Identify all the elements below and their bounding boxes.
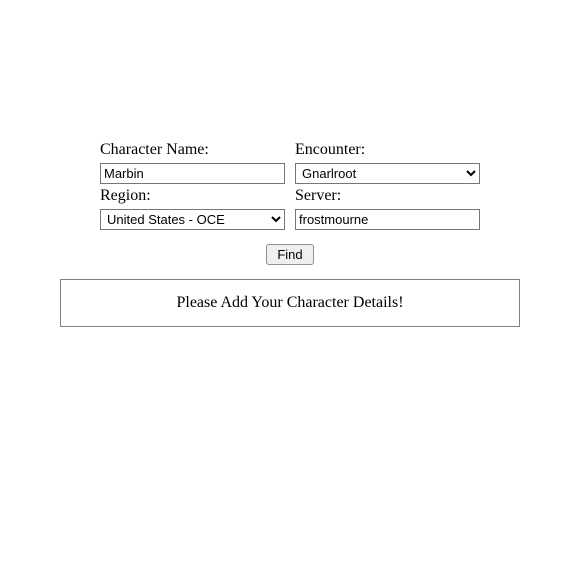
result-message: Please Add Your Character Details! [176,294,403,312]
encounter-label: Encounter: [295,140,480,161]
character-name-input[interactable] [100,163,285,184]
region-label: Region: [100,186,285,207]
character-name-label: Character Name: [100,140,285,161]
server-label: Server: [295,186,480,207]
region-select[interactable]: United States - OCE [100,209,285,230]
character-name-field-group: Character Name: [100,140,285,184]
button-row: Find [0,244,580,265]
encounter-field-group: Encounter: Gnarlroot [295,140,480,184]
region-field-group: Region: United States - OCE [100,186,285,230]
form-wrapper: Character Name: Encounter: Gnarlroot Reg… [0,0,580,327]
result-box[interactable]: Please Add Your Character Details! [60,279,520,327]
server-field-group: Server: [295,186,480,230]
encounter-select[interactable]: Gnarlroot [295,163,480,184]
server-input[interactable] [295,209,480,230]
form-grid: Character Name: Encounter: Gnarlroot Reg… [100,140,480,230]
find-button[interactable]: Find [266,244,313,265]
